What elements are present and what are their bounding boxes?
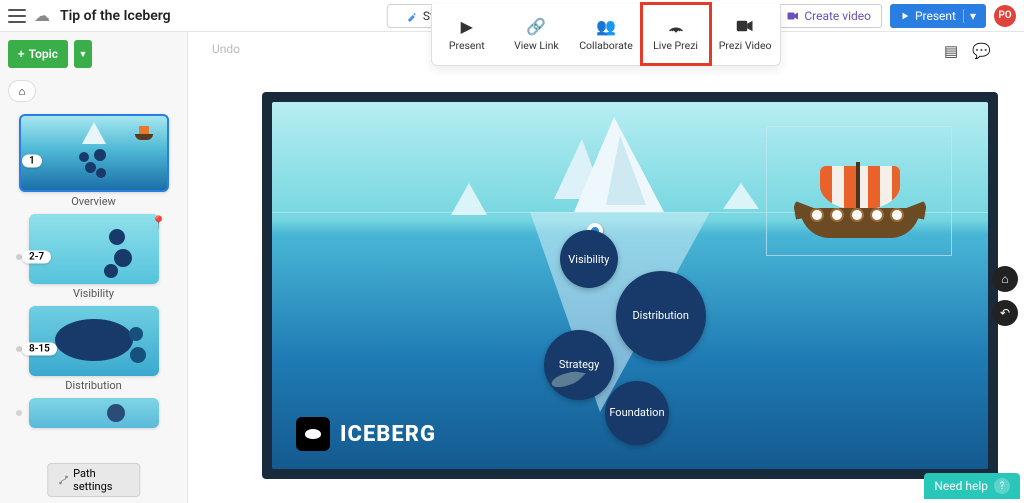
present-button[interactable]: Present ▾ xyxy=(890,4,986,28)
play-icon xyxy=(900,11,910,21)
path-icon xyxy=(58,474,68,486)
sidebar: +Topic ▼ ⌂ 1 Overview xyxy=(0,32,188,503)
logo-icon xyxy=(296,417,330,451)
share-live-prezi[interactable]: Live Prezi xyxy=(641,4,711,65)
need-help-button[interactable]: Need help ? xyxy=(924,473,1020,499)
slide-thumbnails: 1 Overview 2-7 📍 Visibility xyxy=(0,108,187,503)
share-present[interactable]: ▶Present xyxy=(432,4,502,65)
style-icon xyxy=(406,10,418,22)
share-view-link[interactable]: 🔗View Link xyxy=(502,4,572,65)
home-view-button[interactable]: ⌂ xyxy=(992,266,1018,292)
people-icon: 👥 xyxy=(596,17,616,35)
undo-button[interactable]: Undo xyxy=(212,42,240,56)
viking-ship[interactable] xyxy=(792,146,932,246)
topic-strategy[interactable]: Strategy xyxy=(544,330,614,400)
help-icon: ? xyxy=(994,478,1010,494)
menu-icon[interactable] xyxy=(8,9,26,23)
comments-icon[interactable]: 💬 xyxy=(972,42,990,60)
path-settings-button[interactable]: Path settings xyxy=(47,463,141,497)
scene[interactable]: Visibility Distribution Strategy Foundat… xyxy=(272,102,988,469)
cloud-sync-icon[interactable]: ☁ xyxy=(34,6,50,25)
topic-foundation[interactable]: Foundation xyxy=(605,381,669,445)
user-avatar[interactable]: PO xyxy=(994,5,1016,27)
share-collaborate[interactable]: 👥Collaborate xyxy=(571,4,641,65)
thumb-range: 2-7 xyxy=(22,251,51,264)
small-iceberg xyxy=(723,183,759,209)
video-icon xyxy=(736,17,754,35)
add-topic-button[interactable]: +Topic xyxy=(8,40,68,68)
brand-badge: ICEBERG xyxy=(296,417,436,451)
back-button[interactable]: ↶ xyxy=(992,300,1018,326)
top-right-actions: Create video Present ▾ PO xyxy=(776,4,1016,28)
topic-visibility[interactable]: Visibility xyxy=(560,230,618,288)
link-icon: 🔗 xyxy=(526,17,546,35)
canvas-area: Undo ▤ 💬 ▶Present 🔗View Link 👥Collaborat… xyxy=(188,32,1024,503)
canvas-float-controls: ⌂ ↶ xyxy=(992,266,1018,326)
editor-stage[interactable]: Visibility Distribution Strategy Foundat… xyxy=(262,92,998,479)
share-dropdown: ▶Present 🔗View Link 👥Collaborate Live Pr… xyxy=(431,4,781,66)
share-prezi-video[interactable]: Prezi Video xyxy=(710,4,780,65)
thumb-visibility[interactable]: 2-7 📍 Visibility xyxy=(6,214,181,300)
thumb-index: 1 xyxy=(22,155,42,168)
thumb-next[interactable] xyxy=(6,398,181,428)
thumb-range: 8-15 xyxy=(22,343,57,356)
create-video-button[interactable]: Create video xyxy=(776,4,882,28)
notes-icon[interactable]: ▤ xyxy=(944,42,962,60)
plus-icon: + xyxy=(18,47,25,61)
thumb-overview[interactable]: 1 Overview xyxy=(6,114,181,208)
present-caret[interactable]: ▾ xyxy=(963,9,976,23)
presentation-title[interactable]: Tip of the Iceberg xyxy=(60,8,171,24)
play-icon: ▶ xyxy=(461,17,473,35)
broadcast-icon xyxy=(667,17,685,35)
small-iceberg xyxy=(451,183,487,215)
topic-dropdown-caret[interactable]: ▼ xyxy=(74,40,92,68)
thumb-distribution[interactable]: 8-15 Distribution xyxy=(6,306,181,392)
topic-distribution[interactable]: Distribution xyxy=(616,271,706,361)
home-button[interactable]: ⌂ xyxy=(8,80,36,102)
pin-icon: 📍 xyxy=(151,216,167,231)
video-icon xyxy=(787,11,799,21)
